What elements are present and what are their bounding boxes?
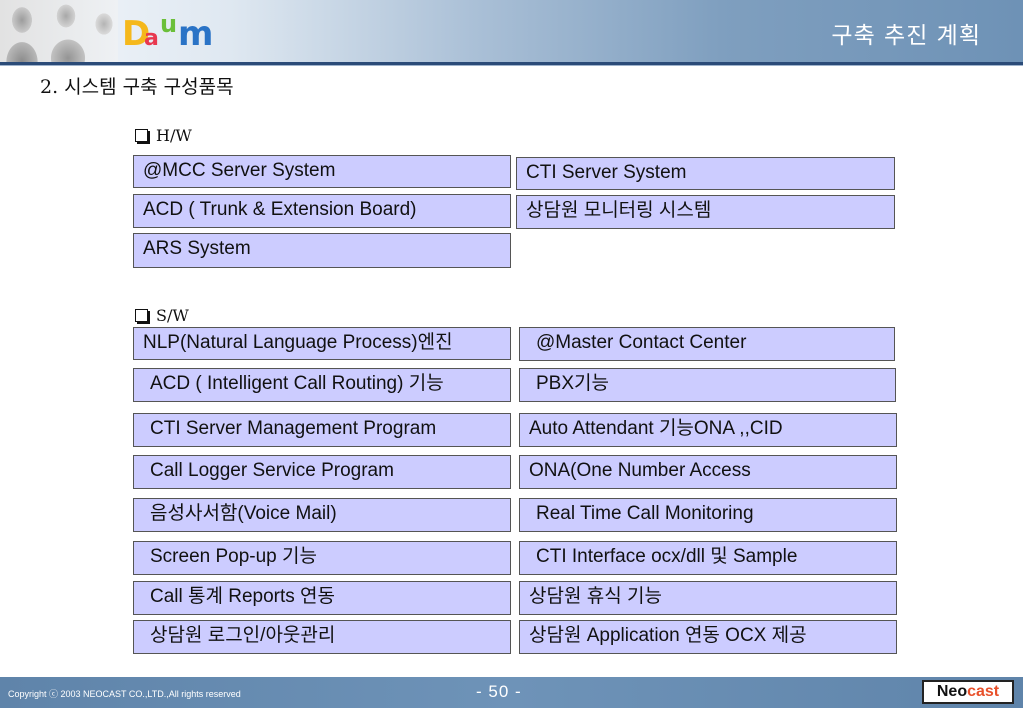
checkbox-icon [135, 309, 148, 322]
hw-item: CTI Server System [516, 157, 895, 190]
slide-header: D a u m 구축 추진 계획 [0, 0, 1023, 62]
sw-item: ONA(One Number Access [519, 455, 897, 489]
hw-item: @MCC Server System [133, 155, 511, 188]
hw-item: ARS System [133, 233, 511, 268]
sw-item: @Master Contact Center [519, 327, 895, 361]
sw-heading: S/W [135, 306, 189, 325]
sw-item: 음성사서함(Voice Mail) [133, 498, 511, 532]
copyright-text: Copyright ⓒ 2003 NEOCAST CO.,LTD.,All ri… [8, 689, 241, 699]
sw-heading-label: S/W [156, 306, 189, 325]
section-title: 2. 시스템 구축 구성품목 [40, 76, 234, 98]
checkbox-icon [135, 129, 148, 142]
sw-item: PBX기능 [519, 368, 896, 402]
neocast-logo: Neocast [922, 680, 1014, 704]
sw-item: Call Logger Service Program [133, 455, 511, 489]
sw-item: NLP(Natural Language Process)엔진 [133, 327, 511, 360]
slide-title: 구축 추진 계획 [831, 23, 981, 49]
hw-heading-label: H/W [156, 126, 192, 145]
sw-item: 상담원 로그인/아웃관리 [133, 620, 511, 654]
sw-item: ACD ( Intelligent Call Routing) 기능 [133, 368, 511, 402]
hw-heading: H/W [135, 126, 192, 145]
hw-item: 상담원 모니터링 시스템 [516, 195, 895, 229]
hw-item: ACD ( Trunk & Extension Board) [133, 194, 511, 228]
sw-item: Screen Pop-up 기능 [133, 541, 511, 575]
sw-item: 상담원 휴식 기능 [519, 581, 897, 615]
header-divider-light [0, 65, 1023, 66]
sw-item: 상담원 Application 연동 OCX 제공 [519, 620, 897, 654]
sw-item: Auto Attendant 기능ONA ,,CID [519, 413, 897, 447]
sw-item: CTI Server Management Program [133, 413, 511, 447]
sw-item: CTI Interface ocx/dll 및 Sample [519, 541, 897, 575]
header-photo [0, 0, 118, 62]
sw-item: Real Time Call Monitoring [519, 498, 897, 532]
page-number: - 50 - [476, 682, 522, 701]
slide-footer: Copyright ⓒ 2003 NEOCAST CO.,LTD.,All ri… [0, 677, 1023, 708]
sw-item: Call 통계 Reports 연동 [133, 581, 511, 615]
